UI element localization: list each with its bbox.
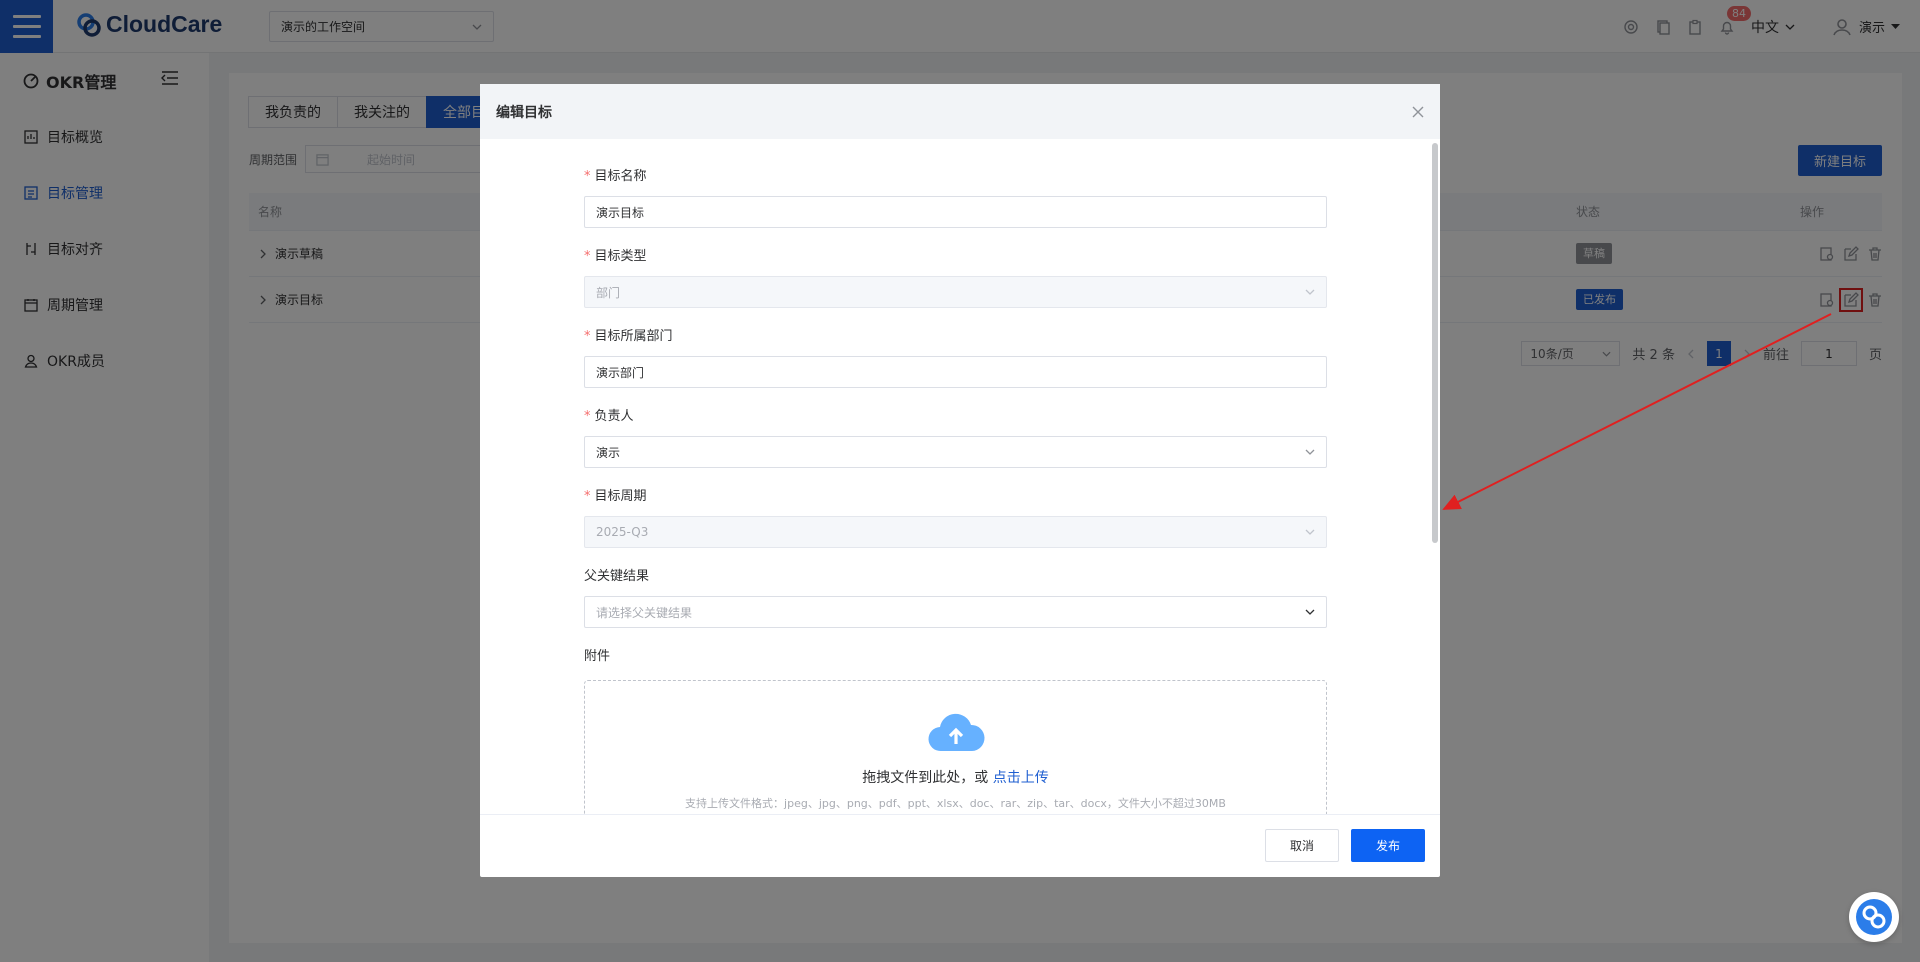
dialog-header: 编辑目标 <box>480 84 1440 139</box>
field-goal-type: * 目标类型 部门 <box>584 245 1327 308</box>
upload-link[interactable]: 点击上传 <box>993 770 1049 786</box>
dialog-footer: 取消 发布 <box>480 814 1440 877</box>
upload-cloud-icon <box>927 713 985 752</box>
field-parent-kr: 父关键结果 请选择父关键结果 <box>584 565 1327 628</box>
field-label: 目标类型 <box>594 249 647 264</box>
field-goal-dept: * 目标所属部门 演示部门 <box>584 325 1327 388</box>
goal-dept-value: 演示部门 <box>596 365 645 380</box>
field-label: 附件 <box>584 649 611 664</box>
field-attachment: 附件 <box>584 645 1327 676</box>
goal-name-input[interactable]: 演示目标 <box>584 196 1327 228</box>
goal-type-value: 部门 <box>596 285 621 300</box>
assistant-icon <box>1856 899 1892 935</box>
scrollbar[interactable] <box>1432 143 1438 543</box>
parent-kr-placeholder: 请选择父关键结果 <box>596 605 693 620</box>
field-owner: * 负责人 演示 <box>584 405 1327 468</box>
chevron-down-icon <box>1305 289 1315 295</box>
close-icon[interactable] <box>1412 101 1424 121</box>
field-label: 父关键结果 <box>584 569 650 584</box>
period-select: 2025-Q3 <box>584 516 1327 548</box>
upload-dropzone[interactable]: 拖拽文件到此处，或 点击上传 支持上传文件格式：jpeg、jpg、png、pdf… <box>584 680 1327 814</box>
upload-text: 拖拽文件到此处，或 点击上传 <box>862 767 1048 787</box>
chevron-down-icon <box>1305 449 1315 455</box>
field-label: 目标所属部门 <box>594 329 673 344</box>
period-value: 2025-Q3 <box>596 525 649 539</box>
help-float-button[interactable] <box>1849 892 1899 942</box>
upload-hint: 拖拽文件到此处，或 <box>862 770 989 786</box>
edit-goal-dialog: 编辑目标 * 目标名称 演示目标 * 目标类型 部门 * 目标所属部门 演示部门 * 负… <box>480 84 1440 877</box>
dialog-title: 编辑目标 <box>496 104 552 121</box>
field-goal-name: * 目标名称 演示目标 <box>584 165 1327 228</box>
field-label: 目标周期 <box>594 489 647 504</box>
goal-name-value: 演示目标 <box>596 205 645 220</box>
dialog-body: * 目标名称 演示目标 * 目标类型 部门 * 目标所属部门 演示部门 * 负责人 演示… <box>480 139 1440 814</box>
field-period: * 目标周期 2025-Q3 <box>584 485 1327 548</box>
chevron-down-icon <box>1305 529 1315 535</box>
upload-tip: 支持上传文件格式：jpeg、jpg、png、pdf、ppt、xlsx、doc、r… <box>685 797 1226 810</box>
owner-value: 演示 <box>596 445 621 460</box>
goal-type-select: 部门 <box>584 276 1327 308</box>
goal-dept-input[interactable]: 演示部门 <box>584 356 1327 388</box>
parent-kr-select[interactable]: 请选择父关键结果 <box>584 596 1327 628</box>
chevron-down-icon <box>1305 609 1315 615</box>
cancel-button[interactable]: 取消 <box>1265 829 1339 862</box>
owner-select[interactable]: 演示 <box>584 436 1327 468</box>
field-label: 负责人 <box>594 409 634 424</box>
publish-button[interactable]: 发布 <box>1351 829 1425 862</box>
field-label: 目标名称 <box>594 169 647 184</box>
